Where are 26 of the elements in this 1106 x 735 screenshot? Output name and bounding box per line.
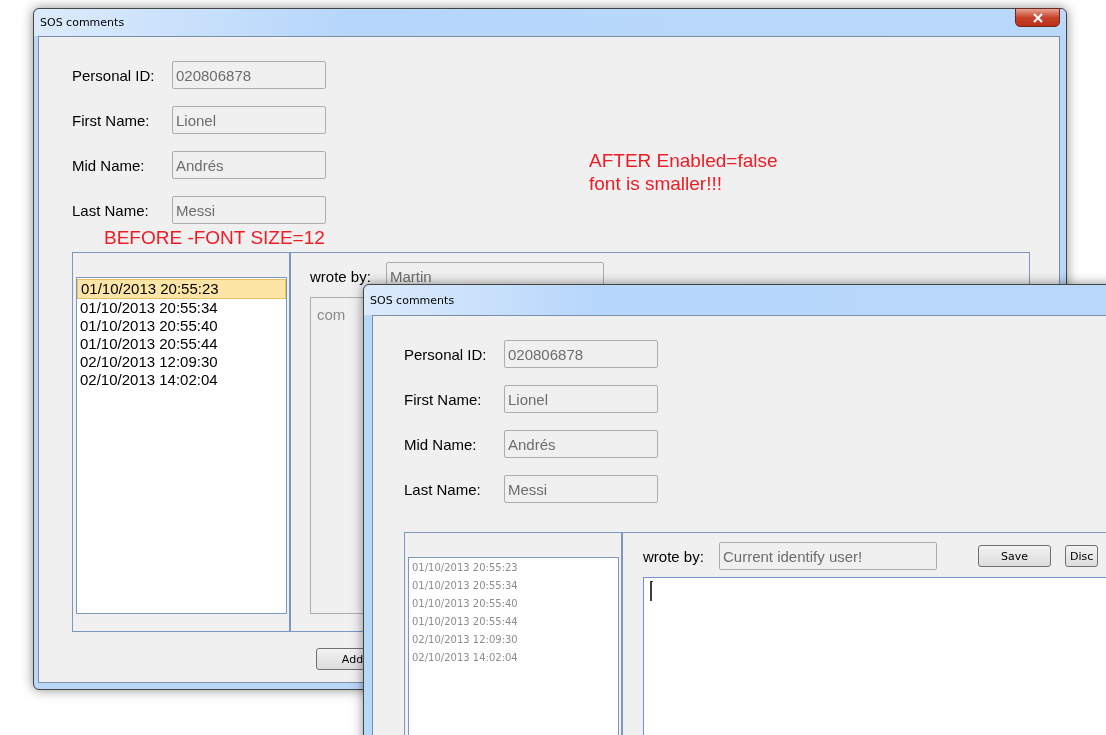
- field-label: wrote by:: [643, 547, 705, 565]
- action-button[interactable]: Save: [978, 545, 1051, 567]
- field-label: First Name:: [72, 111, 151, 129]
- field-label: Personal ID:: [404, 345, 488, 363]
- action-button[interactable]: Disc: [1065, 545, 1099, 567]
- list-item[interactable]: 01/10/2013 20:55:44: [77, 335, 286, 353]
- list-item[interactable]: 01/10/2013 20:55:23: [77, 279, 286, 299]
- field-label: Mid Name:: [404, 435, 478, 453]
- close-icon: [1031, 12, 1044, 23]
- window-title: SOS comments: [370, 293, 455, 307]
- field-label: wrote by:: [310, 267, 372, 285]
- field-label: Mid Name:: [72, 156, 146, 174]
- close-button[interactable]: [1015, 8, 1060, 27]
- field-label: Last Name:: [72, 201, 150, 219]
- list-item[interactable]: 01/10/2013 20:55:40: [77, 317, 286, 335]
- list-item[interactable]: 02/10/2013 14:02:04: [77, 371, 286, 389]
- field-label: Personal ID:: [72, 66, 156, 84]
- list-item[interactable]: 02/10/2013 12:09:30: [77, 353, 286, 371]
- history-list[interactable]: 01/10/2013 20:55:23 01/10/2013 20:55:34 01/10/2013 20:55:40 01/10/2013 20:55:44 02/10/2013 12:09:30 02/10/2013 14:02:04: [76, 277, 287, 614]
- annotation-note: AFTER Enabled=false font is smaller!!!: [589, 149, 778, 196]
- annotation-note: BEFORE -FONT SIZE=12: [104, 227, 326, 249]
- window-title: SOS comments: [40, 16, 125, 29]
- list-item[interactable]: 01/10/2013 20:55:34: [77, 299, 286, 317]
- comment-placeholder: com: [317, 306, 346, 323]
- field-label: Last Name:: [404, 480, 482, 498]
- field-label: First Name:: [404, 390, 483, 408]
